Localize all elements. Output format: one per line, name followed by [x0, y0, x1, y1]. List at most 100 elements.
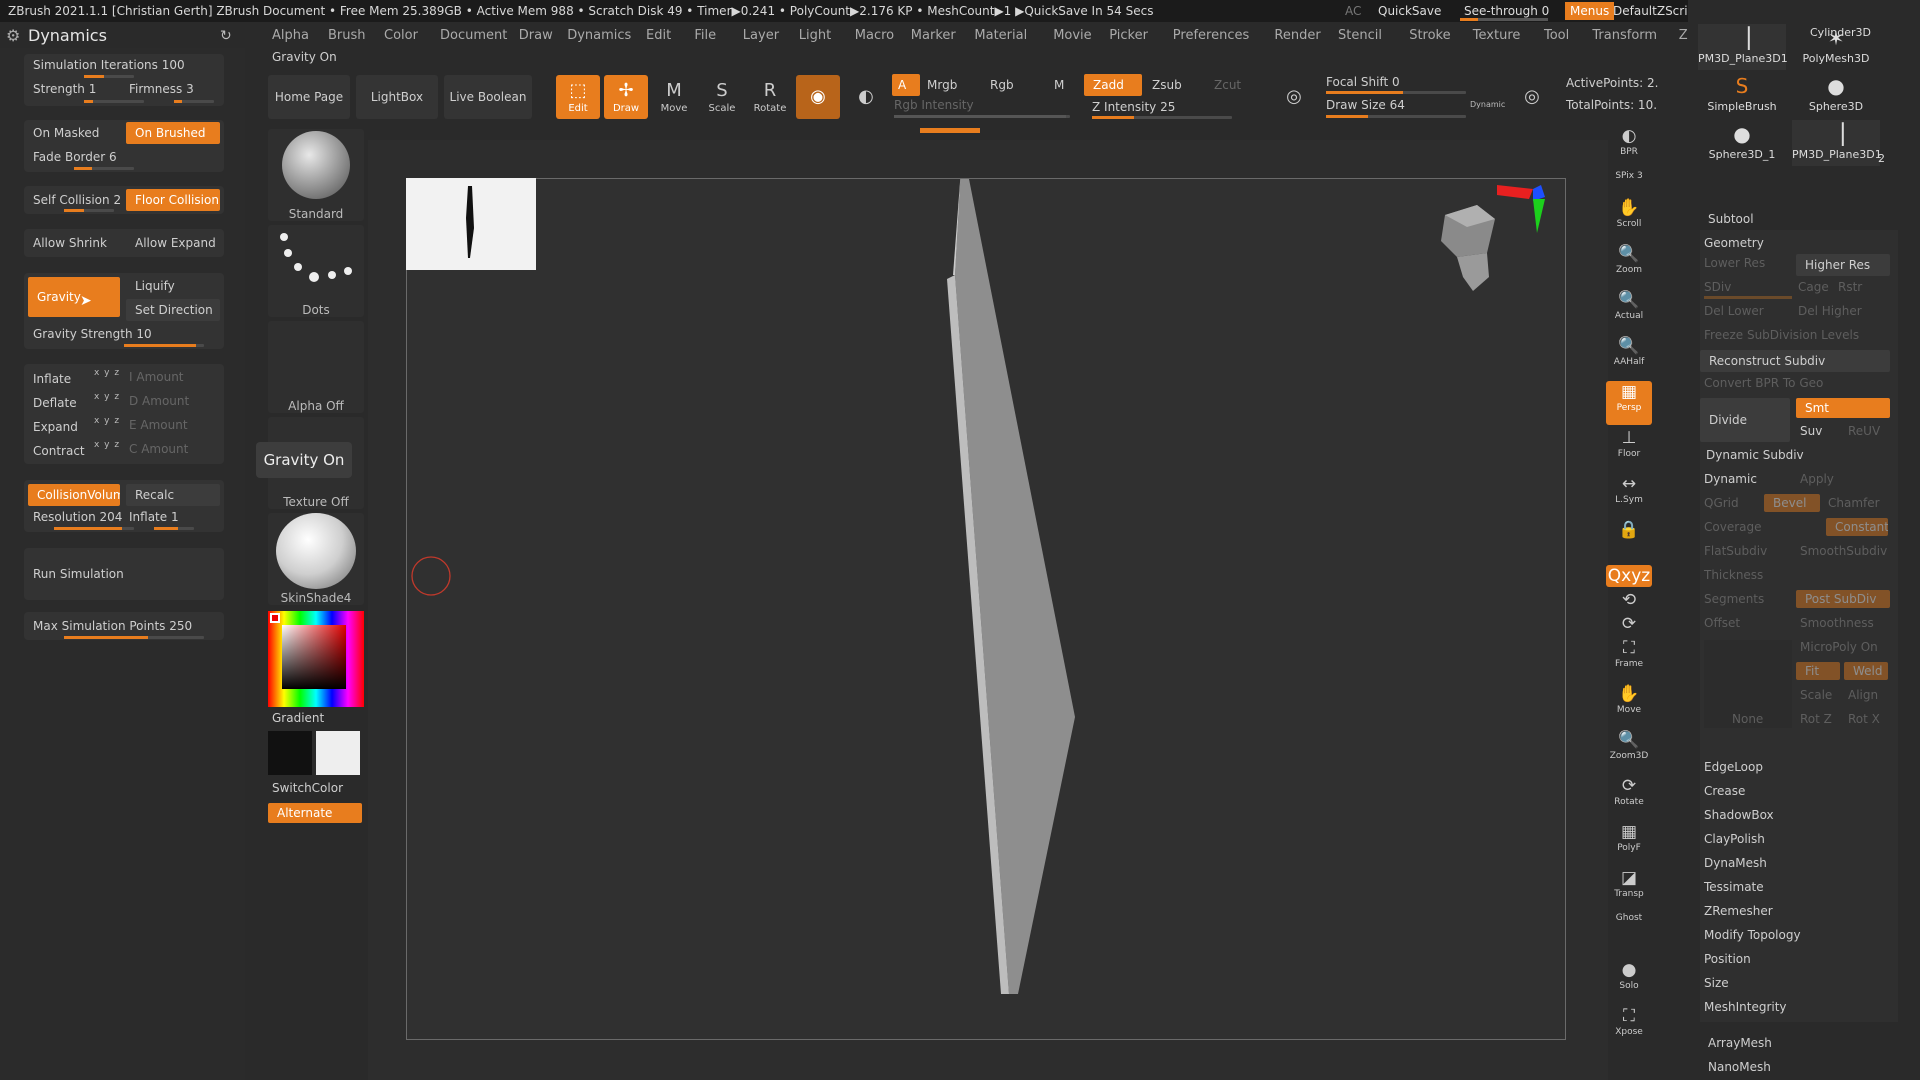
smoothness-slider[interactable]: Smoothness: [1800, 616, 1890, 630]
menu-movie[interactable]: Movie: [1053, 24, 1091, 48]
a-toggle[interactable]: A: [892, 74, 920, 96]
menu-stroke[interactable]: Stroke: [1409, 24, 1450, 48]
floor-collision-button[interactable]: Floor Collision: [126, 189, 220, 211]
see-through-track[interactable]: [1460, 18, 1548, 21]
rgb-toggle[interactable]: Rgb: [990, 78, 1014, 92]
navigation-preview[interactable]: [406, 178, 536, 270]
section-zremesher[interactable]: ZRemesher: [1704, 904, 1894, 918]
view-button-16[interactable]: ⟳ Rotate: [1606, 775, 1652, 819]
default-zscript-button[interactable]: DefaultZScript: [1613, 0, 1700, 22]
rotate-button[interactable]: R Rotate: [748, 75, 792, 119]
alpha-thumb[interactable]: Alpha Off: [268, 321, 364, 413]
menu-render[interactable]: Render: [1274, 24, 1320, 48]
material-button[interactable]: ◉: [796, 75, 840, 119]
allow-shrink-button[interactable]: Allow Shrink: [24, 232, 120, 254]
quicksave-button[interactable]: QuickSave: [1378, 0, 1441, 22]
collision-inflate-slider[interactable]: Inflate 1: [120, 506, 220, 528]
divide-button[interactable]: Divide: [1700, 398, 1790, 442]
move-button[interactable]: M Move: [652, 75, 696, 119]
view-button-6[interactable]: ▦ Persp: [1606, 381, 1652, 425]
view-button-13[interactable]: ⛶ Frame: [1606, 637, 1652, 681]
tool-sphere3d-1[interactable]: ● Sphere3D_1: [1698, 120, 1786, 166]
inflate-xyz[interactable]: x y z: [94, 368, 120, 378]
color-picker[interactable]: [268, 611, 364, 707]
menu-layer[interactable]: Layer: [743, 24, 779, 48]
view-button-2[interactable]: ✋ Scroll: [1606, 197, 1652, 241]
material-thumb[interactable]: SkinShade4: [268, 513, 364, 605]
weld-toggle[interactable]: Weld: [1844, 662, 1888, 680]
view-button-17[interactable]: ▦ PolyF: [1606, 821, 1652, 865]
menu-macro[interactable]: Macro: [855, 24, 894, 48]
tool-pm3d-plane-a[interactable]: ▕ PM3D_Plane3D1: [1698, 24, 1788, 70]
mp-align-toggle[interactable]: Align: [1848, 688, 1888, 702]
e-amount-slider[interactable]: E Amount: [120, 414, 220, 436]
run-simulation-button[interactable]: Run Simulation: [24, 563, 220, 585]
rgb-intensity-slider[interactable]: Rgb Intensity: [894, 98, 974, 112]
rstr-button[interactable]: Rstr: [1838, 280, 1878, 294]
menu-edit[interactable]: Edit: [646, 24, 671, 48]
menus-toggle[interactable]: Menus: [1565, 2, 1615, 20]
menu-picker[interactable]: Picker: [1109, 24, 1148, 48]
resolution-slider[interactable]: Resolution 2048: [24, 506, 122, 528]
menu-transform[interactable]: Transform: [1592, 24, 1657, 48]
section-crease[interactable]: Crease: [1704, 784, 1894, 798]
higher-res-button[interactable]: Higher Res: [1796, 254, 1890, 276]
scale-button[interactable]: S Scale: [700, 75, 744, 119]
view-button-0[interactable]: ◐ BPR: [1606, 125, 1652, 169]
deflate-xyz[interactable]: x y z: [94, 392, 120, 402]
home-page-button[interactable]: Home Page: [268, 75, 350, 119]
gravity-strength-slider[interactable]: Gravity Strength 10: [24, 323, 220, 345]
section-edgeloop[interactable]: EdgeLoop: [1704, 760, 1894, 774]
mp-scale-slider[interactable]: Scale: [1800, 688, 1840, 702]
gravity-button[interactable]: Gravity: [28, 277, 120, 317]
lightbox-button[interactable]: LightBox: [356, 75, 438, 119]
convert-bpr-button[interactable]: Convert BPR To Geo: [1704, 376, 1894, 390]
view-button-4[interactable]: 🔍 Actual: [1606, 289, 1652, 333]
z-intensity-slider[interactable]: Z Intensity 25: [1092, 100, 1175, 114]
cage-button[interactable]: Cage: [1798, 280, 1838, 294]
view-button-8[interactable]: ↔ L.Sym: [1606, 473, 1652, 517]
edit-button[interactable]: ⬚ Edit: [556, 75, 600, 119]
zadd-toggle[interactable]: Zadd: [1084, 74, 1142, 96]
live-boolean-button[interactable]: Live Boolean: [444, 75, 532, 119]
plane-mesh[interactable]: [407, 179, 1567, 1041]
tool-sphere3d[interactable]: ● Sphere3D: [1792, 72, 1880, 118]
menu-marker[interactable]: Marker: [911, 24, 956, 48]
smt-toggle[interactable]: Smt: [1796, 398, 1890, 418]
smoothsubdiv-slider[interactable]: SmoothSubdiv: [1800, 544, 1890, 558]
bevel-toggle[interactable]: Bevel: [1764, 494, 1820, 512]
on-masked-button[interactable]: On Masked: [24, 122, 120, 144]
section-claypolish[interactable]: ClayPolish: [1704, 832, 1894, 846]
rot-x-slider[interactable]: Rot X: [1848, 712, 1888, 726]
thickness-slider[interactable]: Thickness: [1704, 568, 1894, 582]
mrgb-toggle[interactable]: Mrgb: [927, 78, 957, 92]
set-direction-button[interactable]: Set Direction: [126, 299, 220, 321]
m-toggle[interactable]: M: [1054, 78, 1064, 92]
section-tessimate[interactable]: Tessimate: [1704, 880, 1894, 894]
dynamic-button[interactable]: Dynamic: [1704, 472, 1894, 486]
standard-brush-thumb[interactable]: Standard: [268, 129, 364, 221]
chamfer-toggle[interactable]: Chamfer: [1828, 496, 1888, 510]
menu-preferences[interactable]: Preferences: [1173, 24, 1249, 48]
expand-button[interactable]: Expand: [24, 416, 94, 438]
view-button-19[interactable]: Ghost: [1606, 913, 1652, 957]
freeze-subdiv-button[interactable]: Freeze SubDivision Levels: [1704, 328, 1894, 342]
menu-stencil[interactable]: Stencil: [1338, 24, 1382, 48]
menu-alpha[interactable]: Alpha: [272, 24, 309, 48]
draw-button[interactable]: ✢ Draw: [604, 75, 648, 119]
menu-material[interactable]: Material: [974, 24, 1027, 48]
allow-expand-button[interactable]: Allow Expand: [126, 232, 220, 254]
view-button-9[interactable]: 🔒: [1606, 519, 1652, 563]
menu-color[interactable]: Color: [384, 24, 418, 48]
arraymesh-section[interactable]: ArrayMesh: [1708, 1036, 1898, 1050]
gear-icon[interactable]: ⚙: [6, 24, 20, 48]
switchcolor-button[interactable]: SwitchColor: [272, 781, 343, 795]
section-meshintegrity[interactable]: MeshIntegrity: [1704, 1000, 1894, 1014]
self-collision-slider[interactable]: Self Collision 2: [24, 189, 120, 211]
max-simulation-points-slider[interactable]: Max Simulation Points 250: [24, 615, 220, 637]
view-button-7[interactable]: ⊥ Floor: [1606, 427, 1652, 471]
texture-button[interactable]: ◐: [844, 75, 888, 119]
fit-toggle[interactable]: Fit: [1796, 662, 1840, 680]
view-button-15[interactable]: 🔍 Zoom3D: [1606, 729, 1652, 773]
fade-border-slider[interactable]: Fade Border 6: [24, 146, 220, 168]
